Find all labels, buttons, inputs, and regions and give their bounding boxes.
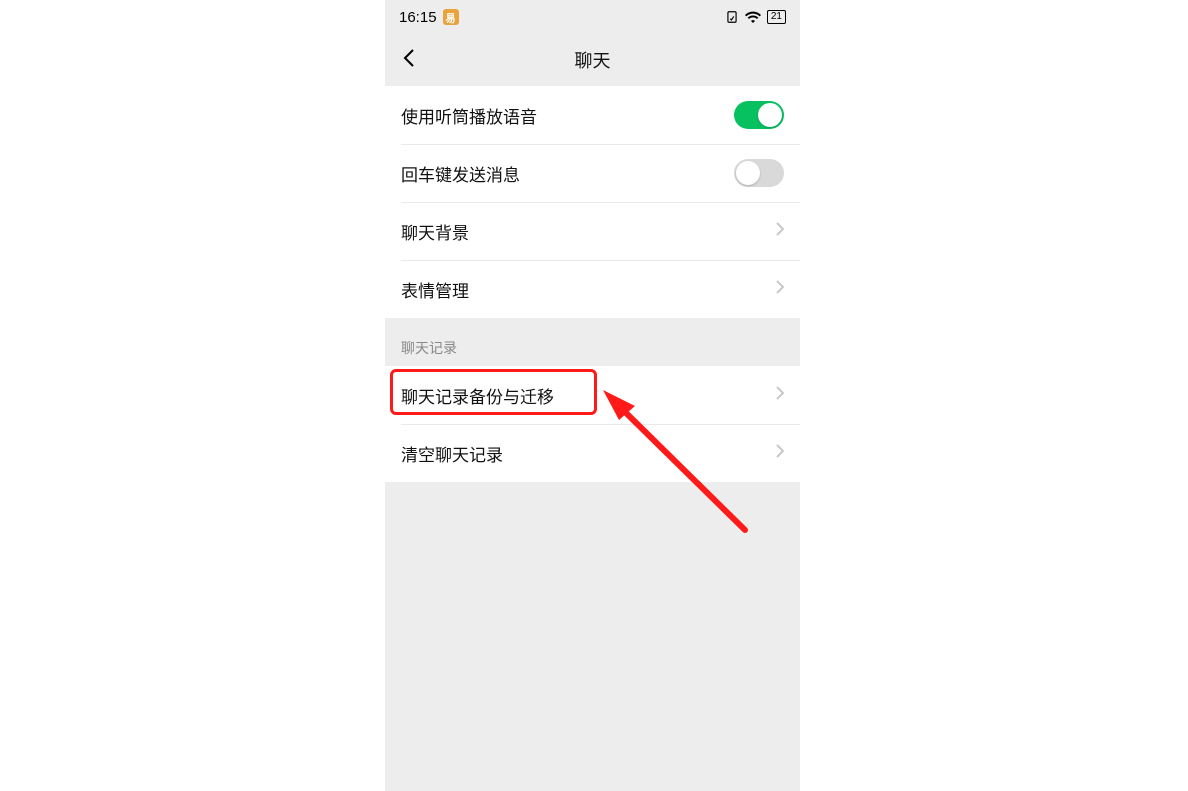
toggle-knob [736, 161, 760, 185]
row-label: 表情管理 [401, 277, 469, 302]
settings-group-1: 使用听筒播放语音 回车键发送消息 聊天背景 表情管理 [385, 86, 800, 318]
chevron-right-icon [776, 222, 784, 241]
status-left: 16:15 易 [399, 9, 459, 26]
status-bar: 16:15 易 21 [385, 0, 800, 34]
toggle-knob [758, 103, 782, 127]
page-title: 聊天 [385, 47, 800, 73]
row-clear-history[interactable]: 清空聊天记录 [385, 424, 800, 482]
toggle-enter-send[interactable] [734, 159, 784, 187]
section-header-chat-history: 聊天记录 [385, 318, 800, 366]
toggle-earpiece-audio[interactable] [734, 101, 784, 129]
row-earpiece-audio[interactable]: 使用听筒播放语音 [385, 86, 800, 144]
nav-bar: 聊天 [385, 34, 800, 86]
row-sticker-manage[interactable]: 表情管理 [385, 260, 800, 318]
row-backup-migrate[interactable]: 聊天记录备份与迁移 [385, 366, 800, 424]
battery-level: 21 [771, 11, 782, 22]
phone-screen: 16:15 易 21 聊天 [385, 0, 800, 791]
row-label: 聊天记录备份与迁移 [401, 383, 554, 408]
row-label: 回车键发送消息 [401, 161, 520, 186]
chevron-right-icon [776, 280, 784, 299]
wifi-icon [745, 11, 761, 23]
row-label: 清空聊天记录 [401, 441, 503, 466]
battery-indicator: 21 [767, 10, 786, 24]
back-button[interactable] [395, 40, 423, 81]
chevron-right-icon [776, 444, 784, 463]
row-label: 聊天背景 [401, 219, 469, 244]
chevron-right-icon [776, 386, 784, 405]
row-enter-send[interactable]: 回车键发送消息 [385, 144, 800, 202]
row-label: 使用听筒播放语音 [401, 103, 537, 128]
app-badge-icon: 易 [443, 9, 459, 25]
settings-group-2: 聊天记录备份与迁移 清空聊天记录 [385, 366, 800, 482]
sim-card-icon [725, 10, 739, 24]
status-right: 21 [725, 10, 786, 24]
status-time: 16:15 [399, 9, 437, 26]
row-chat-background[interactable]: 聊天背景 [385, 202, 800, 260]
